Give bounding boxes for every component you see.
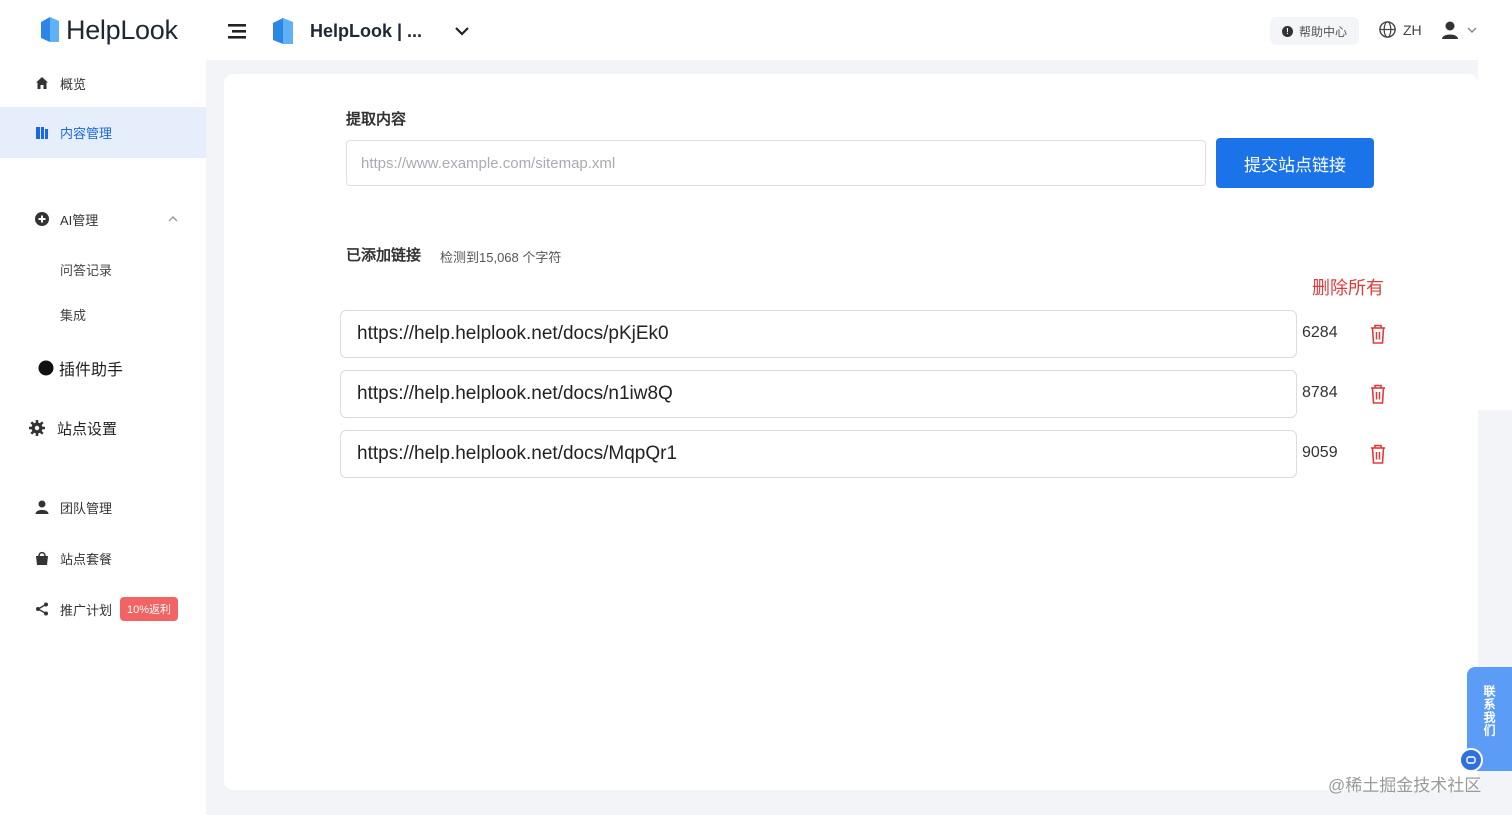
book-icon	[36, 126, 48, 139]
sitemap-url-input[interactable]	[346, 140, 1206, 186]
ai-plus-icon	[35, 212, 49, 226]
helplook-logo-icon	[41, 17, 59, 42]
share-icon	[36, 602, 48, 616]
brand-name: HelpLook	[66, 14, 178, 45]
detected-characters-text: 检测到15,068 个字符	[440, 250, 562, 265]
info-icon: !	[1282, 25, 1293, 37]
sidebar-item-team-management[interactable]: 团队管理	[0, 493, 206, 521]
chevron-up-icon[interactable]	[167, 213, 179, 225]
delete-all-link[interactable]: 删除所有	[1312, 274, 1384, 300]
language-switcher[interactable]: ZH	[1378, 20, 1422, 39]
site-name: HelpLook | ...	[310, 20, 423, 41]
sidebar-item-plugin-assistant[interactable]: 插件助手	[0, 354, 206, 382]
sidebar-item-label: 站点套餐	[60, 551, 113, 567]
trash-icon[interactable]	[1368, 443, 1388, 465]
chat-icon	[1466, 756, 1476, 764]
sidebar-item-label: AI管理	[60, 212, 99, 228]
chat-bubble-icon[interactable]	[1459, 748, 1483, 772]
shopping-bag-icon	[36, 551, 48, 565]
link-url-field[interactable]: https://help.helplook.net/docs/n1iw8Q	[340, 370, 1297, 418]
chevron-down-icon	[1467, 27, 1477, 34]
sidebar-item-label: 推广计划	[60, 602, 113, 618]
person-icon	[35, 500, 49, 514]
link-char-count: 6284	[1302, 324, 1338, 341]
sidebar-item-referral[interactable]: 推广计划 10%返利	[0, 595, 206, 623]
sidebar-item-label: 站点设置	[57, 420, 118, 438]
trash-icon[interactable]	[1368, 383, 1388, 405]
referral-badge: 10%返利	[120, 597, 179, 621]
site-logo-icon	[273, 18, 293, 44]
sidebar-item-ai-management[interactable]: AI管理	[0, 205, 206, 233]
sidebar-item-label: 内容管理	[60, 126, 113, 141]
menu-toggle-icon[interactable]	[224, 18, 250, 44]
chevron-down-icon[interactable]	[452, 21, 472, 41]
sidebar-item-label: 团队管理	[60, 500, 113, 516]
top-bar: HelpLook HelpLook | ... ! 帮助中心 ZH	[0, 0, 1512, 60]
link-url-field[interactable]: https://help.helplook.net/docs/pKjEk0	[340, 310, 1297, 358]
sidebar-item-site-settings[interactable]: 站点设置	[0, 414, 206, 442]
home-icon	[36, 77, 48, 89]
link-row: https://help.helplook.net/docs/MqpQr1 90…	[340, 430, 1390, 478]
help-center-label: 帮助中心	[1299, 24, 1348, 39]
user-avatar-icon	[1442, 21, 1458, 39]
sidebar-item-label: 概览	[60, 76, 87, 92]
user-menu[interactable]	[1440, 20, 1478, 40]
language-label: ZH	[1403, 21, 1422, 38]
site-switcher[interactable]: HelpLook | ...	[270, 14, 472, 48]
link-char-count: 8784	[1302, 384, 1338, 401]
extract-content-title: 提取内容	[346, 111, 407, 128]
gear-icon	[29, 420, 45, 436]
right-panel-edge	[1478, 60, 1512, 410]
watermark-text: @稀土掘金技术社区	[1328, 776, 1482, 795]
added-links-title: 已添加链接	[346, 247, 422, 264]
sidebar-item-overview[interactable]: 概览	[0, 69, 206, 97]
contact-us-label: 联系我们	[1482, 685, 1496, 737]
sidebar-subitem-qa-records[interactable]: 问答记录	[60, 260, 112, 279]
trash-icon[interactable]	[1368, 323, 1388, 345]
sidebar-item-site-plans[interactable]: 站点套餐	[0, 544, 206, 572]
sidebar-item-label: 插件助手	[59, 362, 124, 379]
globe-icon	[1379, 21, 1396, 38]
sidebar-item-content-management[interactable]: 内容管理	[0, 107, 206, 158]
sidebar: 概览 内容管理 AI管理 问答记录 集成 插件助手 站点设置 团队管理 站点套餐…	[0, 60, 206, 815]
sidebar-subitem-integration[interactable]: 集成	[60, 305, 86, 324]
plugin-icon	[38, 360, 54, 376]
brand-logo[interactable]: HelpLook	[38, 14, 178, 46]
link-url-field[interactable]: https://help.helplook.net/docs/MqpQr1	[340, 430, 1297, 478]
link-row: https://help.helplook.net/docs/n1iw8Q 87…	[340, 370, 1390, 418]
link-row: https://help.helplook.net/docs/pKjEk0 62…	[340, 310, 1390, 358]
submit-site-link-button[interactable]: 提交站点链接	[1216, 138, 1374, 188]
help-center-button[interactable]: ! 帮助中心	[1270, 17, 1360, 45]
link-char-count: 9059	[1302, 444, 1338, 461]
